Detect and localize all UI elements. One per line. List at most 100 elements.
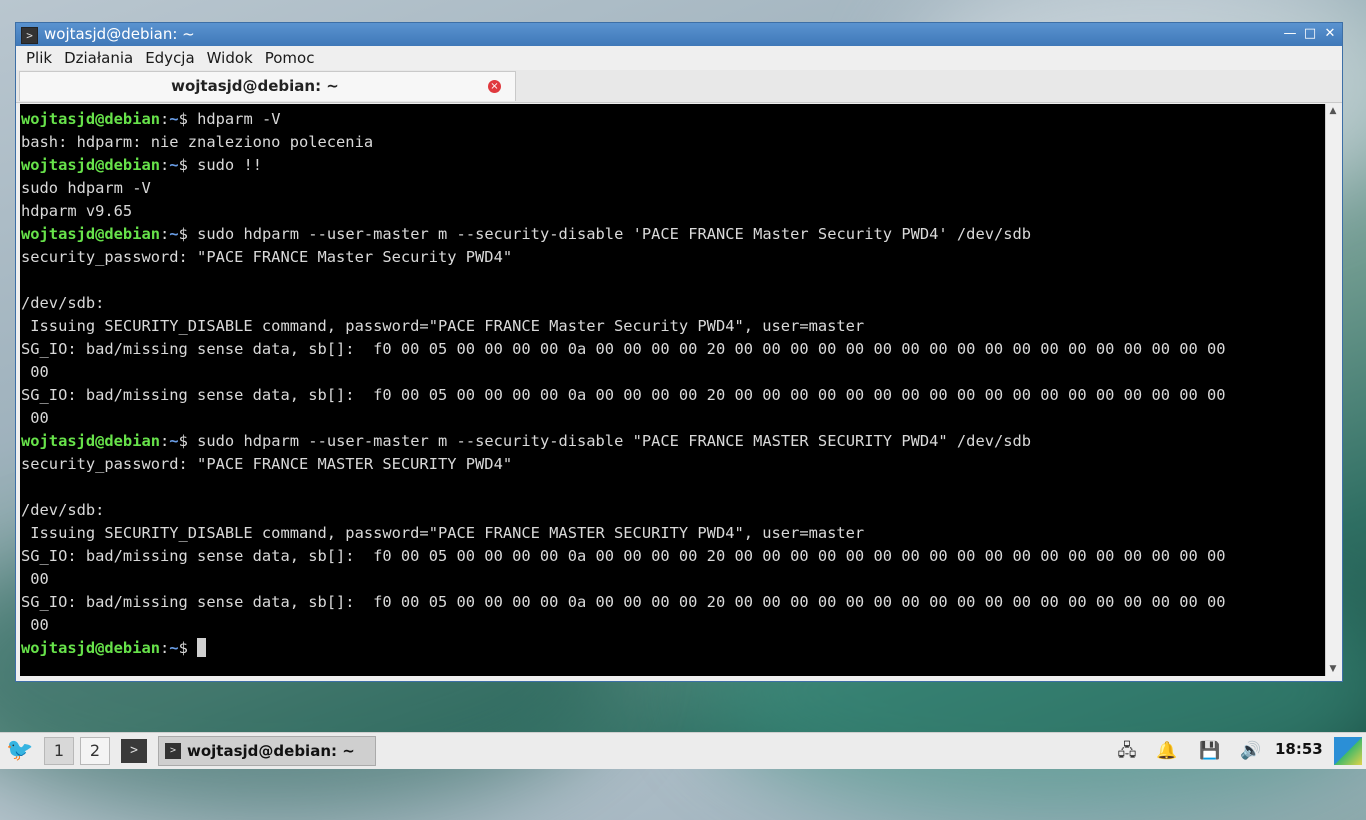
command-text: sudo hdparm --user-master m --security-d…: [197, 225, 1032, 243]
output-text: sudo hdparm -V: [21, 179, 151, 197]
terminal-line: SG_IO: bad/missing sense data, sb[]: f0 …: [21, 545, 1226, 568]
prompt-path: ~: [169, 432, 179, 450]
output-text: /dev/sdb:: [21, 501, 105, 519]
menu-pomoc[interactable]: Pomoc: [259, 46, 321, 70]
terminal-line: 00: [21, 407, 1226, 430]
prompt-user: wojtasjd@debian: [21, 156, 160, 174]
prompt-separator: :: [160, 110, 170, 128]
terminal-app-icon: >: [21, 27, 38, 44]
output-text: SG_IO: bad/missing sense data, sb[]: f0 …: [21, 593, 1226, 611]
taskbar-item-terminal[interactable]: > wojtasjd@debian: ~: [158, 736, 376, 766]
terminal-cursor: [197, 638, 207, 657]
prompt-user: wojtasjd@debian: [21, 639, 160, 657]
prompt-separator: :: [160, 156, 170, 174]
terminal-output[interactable]: wojtasjd@debian:~$ hdparm -V bash: hdparm…: [20, 104, 1326, 676]
command-text: hdparm -V: [197, 110, 281, 128]
output-text: Issuing SECURITY_DISABLE command, passwo…: [21, 317, 865, 335]
terminal-line: SG_IO: bad/missing sense data, sb[]: f0 …: [21, 591, 1226, 614]
output-text: security_password: "PACE FRANCE Master S…: [21, 248, 513, 266]
terminal-line: 00: [21, 614, 1226, 637]
terminal-line: wojtasjd@debian:~$ hdparm -V: [21, 108, 1226, 131]
terminal-window[interactable]: > wojtasjd@debian: ~ — □ ✕ Plik Działania…: [15, 22, 1343, 682]
terminal-line: 00: [21, 361, 1226, 384]
clock[interactable]: 18:53: [1275, 740, 1323, 758]
workspace-1-button[interactable]: 1: [44, 737, 74, 765]
output-text: SG_IO: bad/missing sense data, sb[]: f0 …: [21, 386, 1226, 404]
menu-plik[interactable]: Plik: [20, 46, 58, 70]
tab-terminal[interactable]: wojtasjd@debian: ~ ×: [19, 71, 516, 101]
prompt-separator: :: [160, 639, 170, 657]
menu-widok[interactable]: Widok: [201, 46, 259, 70]
desktop-logo-icon[interactable]: [1334, 737, 1362, 765]
terminal-line: Issuing SECURITY_DISABLE command, passwo…: [21, 522, 1226, 545]
taskbar: 🐦 1 2 > > wojtasjd@debian: ~ 🖧 🔔 💾 🔊 18:…: [0, 732, 1366, 769]
window-titlebar[interactable]: > wojtasjd@debian: ~ — □ ✕: [16, 23, 1342, 46]
network-icon[interactable]: 🖧: [1112, 739, 1142, 763]
start-menu-icon[interactable]: 🐦: [6, 738, 34, 764]
usb-drive-icon[interactable]: 💾: [1198, 739, 1222, 763]
tab-close-icon[interactable]: ×: [488, 80, 501, 93]
close-button[interactable]: ✕: [1322, 26, 1338, 42]
terminal-lines: wojtasjd@debian:~$ hdparm -V bash: hdparm…: [21, 108, 1226, 660]
output-text: security_password: "PACE FRANCE MASTER S…: [21, 455, 513, 473]
prompt-path: ~: [169, 225, 179, 243]
terminal-line: security_password: "PACE FRANCE MASTER S…: [21, 453, 1226, 476]
output-text: bash: hdparm: nie znaleziono polecenia: [21, 133, 374, 151]
scroll-down-icon[interactable]: ▼: [1326, 662, 1340, 676]
output-text: 00: [21, 616, 49, 634]
prompt-sign: $: [178, 156, 198, 174]
output-text: 00: [21, 570, 49, 588]
terminal-line: wojtasjd@debian:~$ sudo hdparm --user-ma…: [21, 223, 1226, 246]
output-text: hdparm v9.65: [21, 202, 133, 220]
menu-dzialania[interactable]: Działania: [58, 46, 139, 70]
terminal-line: security_password: "PACE FRANCE Master S…: [21, 246, 1226, 269]
terminal-line: sudo hdparm -V: [21, 177, 1226, 200]
prompt-user: wojtasjd@debian: [21, 432, 160, 450]
prompt-separator: :: [160, 225, 170, 243]
prompt-user: wojtasjd@debian: [21, 225, 160, 243]
terminal-line: /dev/sdb:: [21, 499, 1226, 522]
terminal-line: SG_IO: bad/missing sense data, sb[]: f0 …: [21, 338, 1226, 361]
prompt-sign: $: [178, 639, 198, 657]
terminal-line: bash: hdparm: nie znaleziono polecenia: [21, 131, 1226, 154]
scroll-up-icon[interactable]: ▲: [1326, 104, 1340, 118]
tab-bar: wojtasjd@debian: ~ ×: [16, 70, 1342, 103]
volume-icon[interactable]: 🔊: [1238, 739, 1264, 763]
output-text: /dev/sdb:: [21, 294, 105, 312]
menu-edycja[interactable]: Edycja: [139, 46, 200, 70]
terminal-icon: >: [165, 743, 181, 759]
output-text: 00: [21, 409, 49, 427]
command-text: sudo hdparm --user-master m --security-d…: [197, 432, 1032, 450]
prompt-path: ~: [169, 639, 179, 657]
command-text: sudo !!: [197, 156, 262, 174]
terminal-line: hdparm v9.65: [21, 200, 1226, 223]
maximize-button[interactable]: □: [1302, 26, 1318, 42]
output-text: SG_IO: bad/missing sense data, sb[]: f0 …: [21, 340, 1226, 358]
taskbar-item-label: wojtasjd@debian: ~: [187, 742, 355, 760]
terminal-line: wojtasjd@debian:~$ sudo hdparm --user-ma…: [21, 430, 1226, 453]
terminal-line: Issuing SECURITY_DISABLE command, passwo…: [21, 315, 1226, 338]
terminal-line: wojtasjd@debian:~$ sudo !!: [21, 154, 1226, 177]
menubar: Plik Działania Edycja Widok Pomoc: [16, 46, 1342, 71]
minimize-button[interactable]: —: [1282, 26, 1298, 42]
terminal-scrollbar[interactable]: ▲ ▼: [1325, 104, 1340, 676]
terminal-line: /dev/sdb:: [21, 292, 1226, 315]
terminal-launcher-icon[interactable]: >: [121, 739, 147, 763]
prompt-sign: $: [178, 432, 198, 450]
prompt-user: wojtasjd@debian: [21, 110, 160, 128]
tab-label: wojtasjd@debian: ~: [171, 77, 339, 95]
output-text: Issuing SECURITY_DISABLE command, passwo…: [21, 524, 865, 542]
prompt-sign: $: [178, 110, 198, 128]
notifications-bell-icon[interactable]: 🔔: [1155, 739, 1179, 763]
output-text: 00: [21, 363, 49, 381]
prompt-path: ~: [169, 156, 179, 174]
terminal-line: SG_IO: bad/missing sense data, sb[]: f0 …: [21, 384, 1226, 407]
prompt-sign: $: [178, 225, 198, 243]
window-title: wojtasjd@debian: ~: [44, 25, 195, 43]
prompt-path: ~: [169, 110, 179, 128]
terminal-line: 00: [21, 568, 1226, 591]
workspace-2-button[interactable]: 2: [80, 737, 110, 765]
terminal-line: wojtasjd@debian:~$: [21, 637, 1226, 660]
